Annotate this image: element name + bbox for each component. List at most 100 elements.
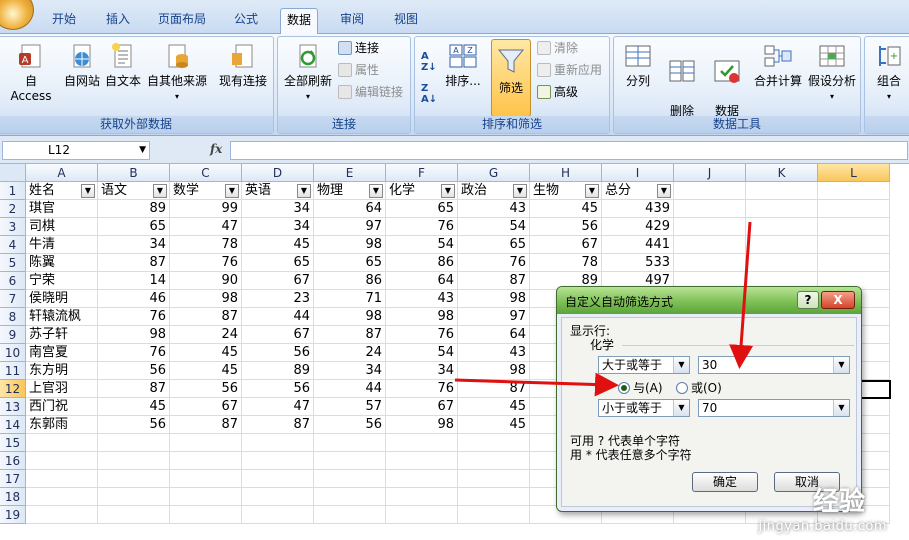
cell[interactable] (746, 200, 818, 218)
operator2-select[interactable]: 小于或等于 ▼ (598, 399, 690, 417)
cell[interactable] (818, 236, 890, 254)
header-cell[interactable]: 英语 ▼ (242, 182, 314, 200)
cell[interactable] (386, 434, 458, 452)
cell[interactable]: 86 (386, 254, 458, 272)
cell[interactable]: 87 (458, 380, 530, 398)
cell[interactable]: 45 (530, 200, 602, 218)
cell[interactable] (818, 254, 890, 272)
cell[interactable]: 45 (170, 362, 242, 380)
header-cell[interactable]: 政治 ▼ (458, 182, 530, 200)
cell[interactable]: 西门祝 (26, 398, 98, 416)
cell[interactable]: 98 (314, 308, 386, 326)
row-header[interactable]: 6 (0, 272, 26, 290)
cell[interactable]: 24 (170, 326, 242, 344)
cell[interactable]: 45 (170, 344, 242, 362)
help-button[interactable]: ? (797, 291, 819, 309)
column-header-g[interactable]: G (458, 164, 530, 182)
cell[interactable]: 533 (602, 254, 674, 272)
cell[interactable]: 441 (602, 236, 674, 254)
column-header-j[interactable]: J (674, 164, 746, 182)
chevron-down-icon[interactable]: ▼ (833, 400, 849, 416)
column-header-k[interactable]: K (746, 164, 818, 182)
cell[interactable] (242, 506, 314, 524)
column-header-d[interactable]: D (242, 164, 314, 182)
row-header[interactable]: 7 (0, 290, 26, 308)
filter-dropdown-icon[interactable]: ▼ (657, 184, 671, 198)
from-other-sources-button[interactable]: 自其他来源 ▾ (145, 41, 209, 104)
cell[interactable] (26, 452, 98, 470)
cell[interactable]: 14 (98, 272, 170, 290)
row-header[interactable]: 11 (0, 362, 26, 380)
cell[interactable] (746, 218, 818, 236)
row-header[interactable]: 2 (0, 200, 26, 218)
cell[interactable]: 65 (458, 236, 530, 254)
cell[interactable]: 76 (98, 308, 170, 326)
cell[interactable]: 87 (458, 272, 530, 290)
or-radio[interactable]: 或(O) (676, 381, 722, 395)
cell[interactable]: 97 (314, 218, 386, 236)
cell[interactable]: 47 (170, 218, 242, 236)
cell[interactable]: 45 (458, 398, 530, 416)
cell[interactable]: 34 (98, 236, 170, 254)
cell[interactable] (386, 488, 458, 506)
cell[interactable]: 67 (386, 398, 458, 416)
cell[interactable] (26, 506, 98, 524)
cell[interactable]: 56 (170, 380, 242, 398)
row-header[interactable]: 14 (0, 416, 26, 434)
value1-input[interactable]: 30 ▼ (698, 356, 850, 374)
cell[interactable]: 98 (458, 290, 530, 308)
header-cell[interactable]: 数学 ▼ (170, 182, 242, 200)
cell[interactable]: 43 (386, 290, 458, 308)
cell[interactable]: 54 (386, 236, 458, 254)
cell[interactable]: 46 (98, 290, 170, 308)
cell[interactable]: 98 (170, 290, 242, 308)
cell[interactable]: 86 (314, 272, 386, 290)
cell[interactable]: 东郭雨 (26, 416, 98, 434)
cell[interactable]: 56 (242, 380, 314, 398)
tab-insert[interactable]: 插入 (100, 8, 136, 34)
cell[interactable]: 89 (242, 362, 314, 380)
cell[interactable] (458, 434, 530, 452)
cell[interactable] (170, 488, 242, 506)
group-button[interactable]: + 组合 ▾ (869, 41, 909, 104)
dialog-titlebar[interactable]: 自定义自动筛选方式 ? X (557, 287, 861, 314)
cell[interactable] (386, 470, 458, 488)
tab-data[interactable]: 数据 (280, 8, 319, 34)
cell[interactable] (170, 470, 242, 488)
cell[interactable]: 76 (386, 380, 458, 398)
text-to-columns-button[interactable]: 分列 (618, 41, 658, 89)
cell[interactable]: 64 (314, 200, 386, 218)
cell[interactable]: 56 (314, 416, 386, 434)
cell[interactable] (170, 434, 242, 452)
row-header[interactable]: 15 (0, 434, 26, 452)
cell[interactable] (386, 506, 458, 524)
cell[interactable]: 76 (98, 344, 170, 362)
tab-page-layout[interactable]: 页面布局 (152, 8, 212, 34)
what-if-analysis-button[interactable]: 假设分析 ▾ (806, 41, 858, 104)
header-cell[interactable]: 化学 ▼ (386, 182, 458, 200)
cell[interactable] (818, 218, 890, 236)
filter-dropdown-icon[interactable]: ▼ (513, 184, 527, 198)
header-cell[interactable]: 语文 ▼ (98, 182, 170, 200)
row-header[interactable]: 9 (0, 326, 26, 344)
cell[interactable] (242, 470, 314, 488)
cell[interactable]: 98 (386, 308, 458, 326)
and-radio[interactable]: 与(A) (618, 381, 663, 395)
cell[interactable]: 78 (530, 254, 602, 272)
value2-input[interactable]: 70 ▼ (698, 399, 850, 417)
cell[interactable]: 56 (530, 218, 602, 236)
filter-dropdown-icon[interactable]: ▼ (441, 184, 455, 198)
cell[interactable] (458, 488, 530, 506)
cell[interactable]: 23 (242, 290, 314, 308)
existing-connections-button[interactable]: 现有连接 (215, 41, 271, 89)
chevron-down-icon[interactable]: ▼ (139, 142, 146, 159)
cell[interactable] (458, 470, 530, 488)
cell[interactable]: 34 (242, 200, 314, 218)
cell[interactable] (98, 452, 170, 470)
cell[interactable] (98, 506, 170, 524)
cell[interactable]: 71 (314, 290, 386, 308)
tab-formulas[interactable]: 公式 (228, 8, 264, 34)
cell[interactable]: 45 (98, 398, 170, 416)
column-header-c[interactable]: C (170, 164, 242, 182)
header-cell[interactable]: 总分 ▼ (602, 182, 674, 200)
